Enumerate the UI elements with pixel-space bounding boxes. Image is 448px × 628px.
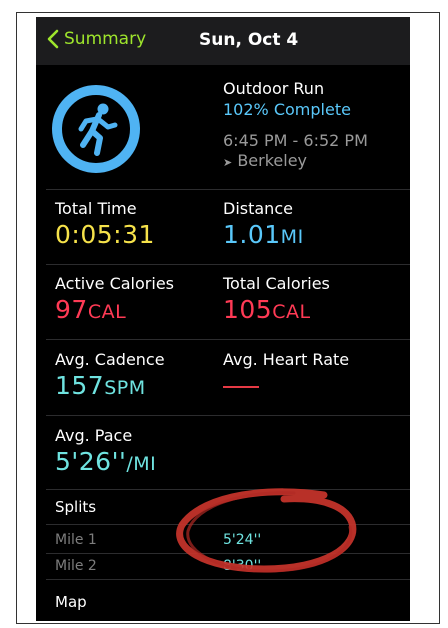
distance-number: 1.01 xyxy=(223,220,281,249)
split-row-value: 8'30'' xyxy=(223,558,262,574)
total-time-label: Total Time xyxy=(55,199,137,218)
avg-cadence-unit: SPM xyxy=(104,377,146,399)
avg-pace-value: 5'26''/MI xyxy=(55,447,156,476)
divider xyxy=(46,579,410,580)
chevron-left-icon xyxy=(47,29,59,49)
workout-detail-screen: Summary Sun, Oct 4 Outdoor Run 102% Comp… xyxy=(36,17,410,621)
distance-label: Distance xyxy=(223,199,293,218)
total-calories-value: 105CAL xyxy=(223,295,311,324)
divider xyxy=(46,189,410,190)
avg-heart-rate-value xyxy=(223,386,259,388)
divider xyxy=(46,489,410,490)
run-activity-ring-icon xyxy=(52,85,140,173)
workout-time-range: 6:45 PM - 6:52 PM xyxy=(223,131,368,150)
distance-unit: MI xyxy=(280,226,304,248)
split-row-label: Mile 1 xyxy=(55,532,97,548)
avg-cadence-label: Avg. Cadence xyxy=(55,350,165,369)
hand-drawn-circle-annotation xyxy=(176,488,357,573)
map-heading[interactable]: Map xyxy=(55,593,87,611)
back-button-label: Summary xyxy=(64,29,147,49)
divider xyxy=(46,553,410,554)
total-calories-number: 105 xyxy=(223,295,273,324)
active-calories-unit: CAL xyxy=(87,301,127,323)
avg-pace-number: 5'26'' xyxy=(55,447,127,476)
back-button[interactable]: Summary xyxy=(46,29,146,49)
avg-cadence-number: 157 xyxy=(55,371,105,400)
page-title: Sun, Oct 4 xyxy=(199,30,299,50)
active-calories-label: Active Calories xyxy=(55,274,174,293)
split-row-value: 5'24'' xyxy=(223,532,262,548)
navigation-bar: Summary Sun, Oct 4 xyxy=(36,17,410,65)
avg-heart-rate-label: Avg. Heart Rate xyxy=(223,350,350,369)
divider xyxy=(46,339,410,340)
avg-cadence-value: 157SPM xyxy=(55,371,146,400)
divider xyxy=(46,524,410,525)
workout-location-label: Berkeley xyxy=(237,151,308,170)
active-calories-number: 97 xyxy=(55,295,88,324)
avg-pace-label: Avg. Pace xyxy=(55,426,133,445)
splits-heading[interactable]: Splits xyxy=(55,498,96,516)
active-calories-value: 97CAL xyxy=(55,295,126,324)
total-time-value: 0:05:31 xyxy=(55,220,155,249)
total-calories-label: Total Calories xyxy=(223,274,330,293)
divider xyxy=(46,264,410,265)
avg-pace-unit: /MI xyxy=(126,453,157,475)
split-row-label: Mile 2 xyxy=(55,558,97,574)
total-calories-unit: CAL xyxy=(272,301,311,323)
workout-location: ➤ Berkeley xyxy=(223,151,307,170)
divider xyxy=(46,415,410,416)
distance-value: 1.01MI xyxy=(223,220,304,249)
completion-status: 102% Complete xyxy=(223,100,351,119)
workout-type: Outdoor Run xyxy=(223,79,325,98)
location-arrow-icon: ➤ xyxy=(223,156,233,169)
